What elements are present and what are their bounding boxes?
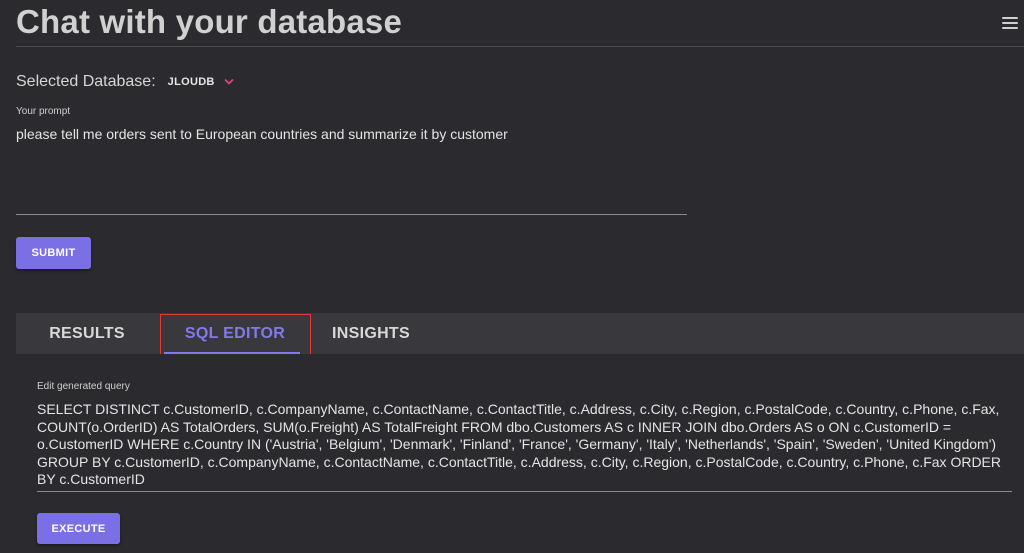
query-underline	[37, 491, 1012, 492]
query-label: Edit generated query	[37, 381, 130, 392]
database-label: Selected Database:	[16, 73, 156, 90]
execute-button[interactable]: EXECUTE	[37, 513, 120, 544]
database-select[interactable]: JLOUDB	[168, 76, 234, 88]
submit-button[interactable]: SUBMIT	[16, 237, 91, 269]
hamburger-menu-icon[interactable]	[1002, 17, 1018, 29]
prompt-input[interactable]: please tell me orders sent to European c…	[16, 125, 688, 143]
tab-insights[interactable]: INSIGHTS	[312, 313, 430, 354]
database-value: JLOUDB	[167, 76, 215, 88]
prompt-label: Your prompt	[16, 106, 71, 117]
database-selector-row: Selected Database: JLOUDB	[16, 73, 234, 91]
title-divider	[16, 46, 1024, 47]
page-title: Chat with your database	[16, 3, 403, 40]
prompt-underline	[16, 214, 687, 215]
menu-line	[1002, 17, 1018, 19]
query-input[interactable]: SELECT DISTINCT c.CustomerID, c.CompanyN…	[37, 401, 1017, 489]
tab-results[interactable]: RESULTS	[16, 313, 158, 354]
chevron-down-icon	[224, 79, 233, 85]
menu-line	[1002, 22, 1018, 24]
highlight-box	[160, 314, 311, 359]
menu-line	[1002, 27, 1018, 29]
